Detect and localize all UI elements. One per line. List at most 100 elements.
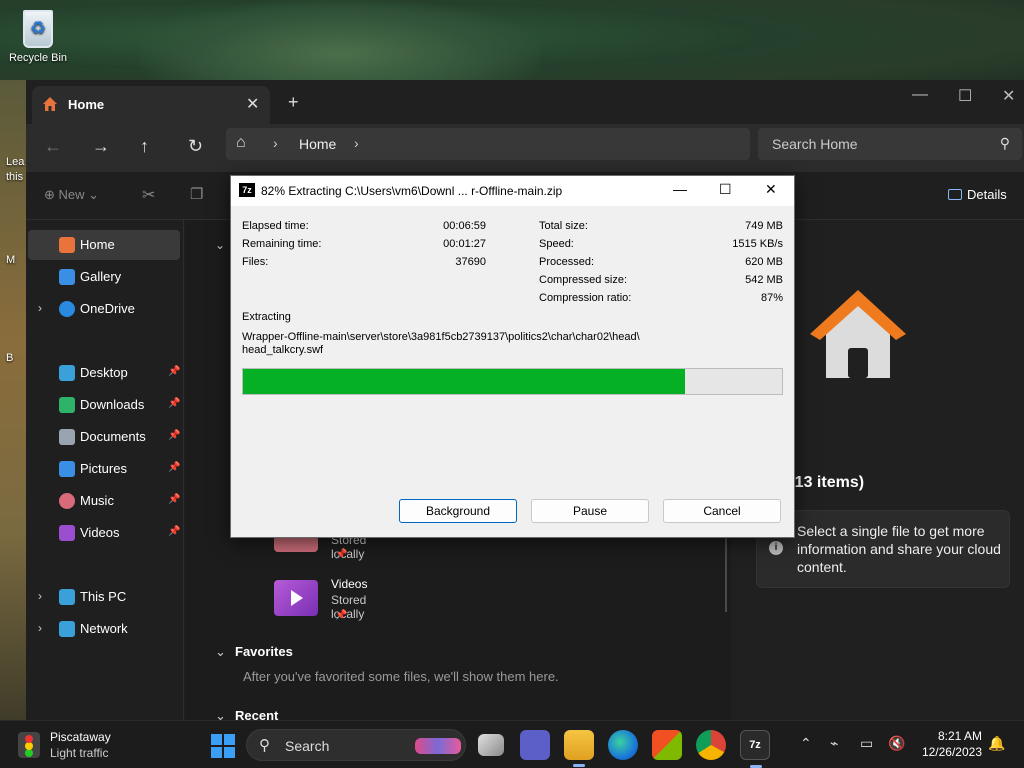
close-tab-icon[interactable]: ✕ <box>246 94 259 114</box>
home-icon <box>59 237 75 253</box>
taskbar: Piscataway Light traffic ⚲ Search 7z ⌃ ⌁… <box>0 720 1024 768</box>
background-button[interactable]: Background <box>399 499 517 523</box>
pause-button[interactable]: Pause <box>531 499 649 523</box>
tab-home[interactable]: Home ✕ <box>32 86 270 124</box>
cut-icon[interactable]: ✂ <box>142 185 155 205</box>
up-arrow-icon[interactable]: ↑ <box>140 136 149 157</box>
display-icon[interactable]: ▭ <box>860 735 873 752</box>
maximize-icon[interactable]: ☐ <box>719 181 732 198</box>
sidebar-item-pictures[interactable]: Pictures 📌 <box>28 454 180 484</box>
address-bar[interactable]: ⌂ › Home › <box>226 128 750 160</box>
weather-status: Light traffic <box>50 746 109 760</box>
7zip-icon: 7z <box>239 183 255 197</box>
new-tab-icon[interactable]: + <box>288 92 299 113</box>
sidebar-item-label: Documents <box>80 429 146 444</box>
compression-ratio-label: Compression ratio: <box>539 292 632 304</box>
traffic-light-icon <box>18 732 40 758</box>
address-home-icon[interactable]: ⌂ <box>236 134 246 152</box>
sidebar-item-home[interactable]: Home <box>28 230 180 260</box>
desktop-recycle-bin[interactable]: Recycle Bin <box>6 10 70 64</box>
speed-value: 1515 KB/s <box>732 238 783 250</box>
details-button[interactable]: Details <box>948 187 1007 202</box>
sidebar-item-network[interactable]: › Network <box>28 614 180 644</box>
sidebar-item-label: Desktop <box>80 365 128 380</box>
copy-icon[interactable]: ❐ <box>190 185 203 203</box>
sidebar-item-label: Home <box>80 237 115 252</box>
sidebar-item-music[interactable]: Music 📌 <box>28 486 180 516</box>
tab-label: Home <box>68 97 105 112</box>
sidebar-item-documents[interactable]: Documents 📌 <box>28 422 180 452</box>
breadcrumb-home[interactable]: Home <box>299 136 336 152</box>
close-dialog-icon[interactable]: ✕ <box>765 181 777 198</box>
chevron-right-icon[interactable]: › <box>38 621 42 635</box>
pin-icon: 📌 <box>168 398 181 409</box>
volume-muted-icon[interactable]: 🔇 <box>888 735 905 752</box>
sidebar-item-downloads[interactable]: Downloads 📌 <box>28 390 180 420</box>
maximize-icon[interactable]: ☐ <box>958 86 972 106</box>
home-large-icon <box>810 290 906 378</box>
close-window-icon[interactable]: ✕ <box>1002 86 1015 106</box>
desktop-icon-label-peek: Lea <box>6 156 25 168</box>
sidebar-item-videos[interactable]: Videos 📌 <box>28 518 180 548</box>
weather-location: Piscataway <box>50 730 111 744</box>
minimize-icon[interactable]: — <box>912 86 928 104</box>
task-view-icon[interactable] <box>478 734 504 756</box>
current-file-path-line: Wrapper-Offline-main\server\store\3a981f… <box>242 331 640 343</box>
wallpaper-trees <box>140 0 540 90</box>
item-title: Videos <box>331 577 368 591</box>
pictures-icon <box>59 461 75 477</box>
processed-value: 620 MB <box>745 256 783 268</box>
current-file-name: head_talkcry.swf <box>242 344 324 356</box>
minimize-icon[interactable]: — <box>673 181 687 197</box>
chevron-right-icon[interactable]: › <box>354 135 359 151</box>
chevron-right-icon[interactable]: › <box>38 589 42 603</box>
sidebar-item-desktop[interactable]: Desktop 📌 <box>28 358 180 388</box>
compression-ratio-value: 87% <box>760 292 783 304</box>
dialog-title-bar: 7z 82% Extracting C:\Users\vm6\Downl ...… <box>231 176 794 206</box>
cancel-button[interactable]: Cancel <box>663 499 781 523</box>
sidebar-item-label: Gallery <box>80 269 122 284</box>
forward-arrow-icon[interactable]: → <box>92 136 110 157</box>
back-arrow-icon[interactable]: ← <box>44 136 62 157</box>
refresh-icon[interactable]: ↻ <box>188 136 203 157</box>
meet-icon[interactable] <box>520 730 550 760</box>
chevron-right-icon[interactable]: › <box>273 135 278 151</box>
total-size-value: 749 MB <box>745 220 783 232</box>
search-placeholder: Search Home <box>772 136 858 152</box>
clock-date: 12/26/2023 <box>921 745 982 759</box>
chevron-down-icon[interactable]: ⌄ <box>215 644 235 660</box>
edge-icon[interactable] <box>608 730 638 760</box>
search-highlight-icon <box>415 738 461 754</box>
clock-time: 8:21 AM <box>937 729 982 743</box>
pin-icon: 📌 <box>168 366 181 377</box>
pin-icon: 📌 <box>335 549 348 560</box>
sidebar-item-label: Music <box>80 493 114 508</box>
documents-icon <box>59 429 75 445</box>
music-icon <box>59 493 75 509</box>
notification-bell-icon[interactable]: 🔔 <box>988 735 1005 752</box>
chevron-up-icon[interactable]: ⌃ <box>800 735 812 752</box>
elapsed-time-value: 00:06:59 <box>443 220 486 232</box>
store-icon[interactable] <box>652 730 682 760</box>
7zip-icon[interactable]: 7z <box>740 730 770 768</box>
file-explorer-icon[interactable] <box>564 730 594 767</box>
chevron-right-icon[interactable]: › <box>38 301 42 315</box>
sidebar-item-gallery[interactable]: Gallery <box>28 262 180 292</box>
favorites-empty-message: After you've favorited some files, we'll… <box>243 669 559 684</box>
start-button[interactable] <box>211 734 235 758</box>
search-input[interactable]: Search Home ⚲ <box>758 128 1022 160</box>
new-button[interactable]: ⊕ New ⌄ <box>44 187 99 203</box>
network-offline-icon[interactable]: ⌁ <box>830 735 838 752</box>
extracting-label: Extracting <box>242 311 291 323</box>
chrome-icon[interactable] <box>696 730 726 760</box>
sidebar-item-onedrive[interactable]: › OneDrive <box>28 294 180 324</box>
clock[interactable]: 8:21 AM 12/26/2023 <box>914 728 982 760</box>
taskbar-search[interactable]: ⚲ Search <box>246 729 466 761</box>
sidebar-item-this-pc[interactable]: › This PC <box>28 582 180 612</box>
files-label: Files: <box>242 256 269 268</box>
search-icon: ⚲ <box>259 737 270 754</box>
favorites-section-header[interactable]: ⌄ Favorites <box>215 644 293 660</box>
chevron-down-icon[interactable]: ⌄ <box>215 238 225 252</box>
taskbar-search-label: Search <box>285 738 330 754</box>
desktop-icon-label-peek: M <box>6 254 16 266</box>
